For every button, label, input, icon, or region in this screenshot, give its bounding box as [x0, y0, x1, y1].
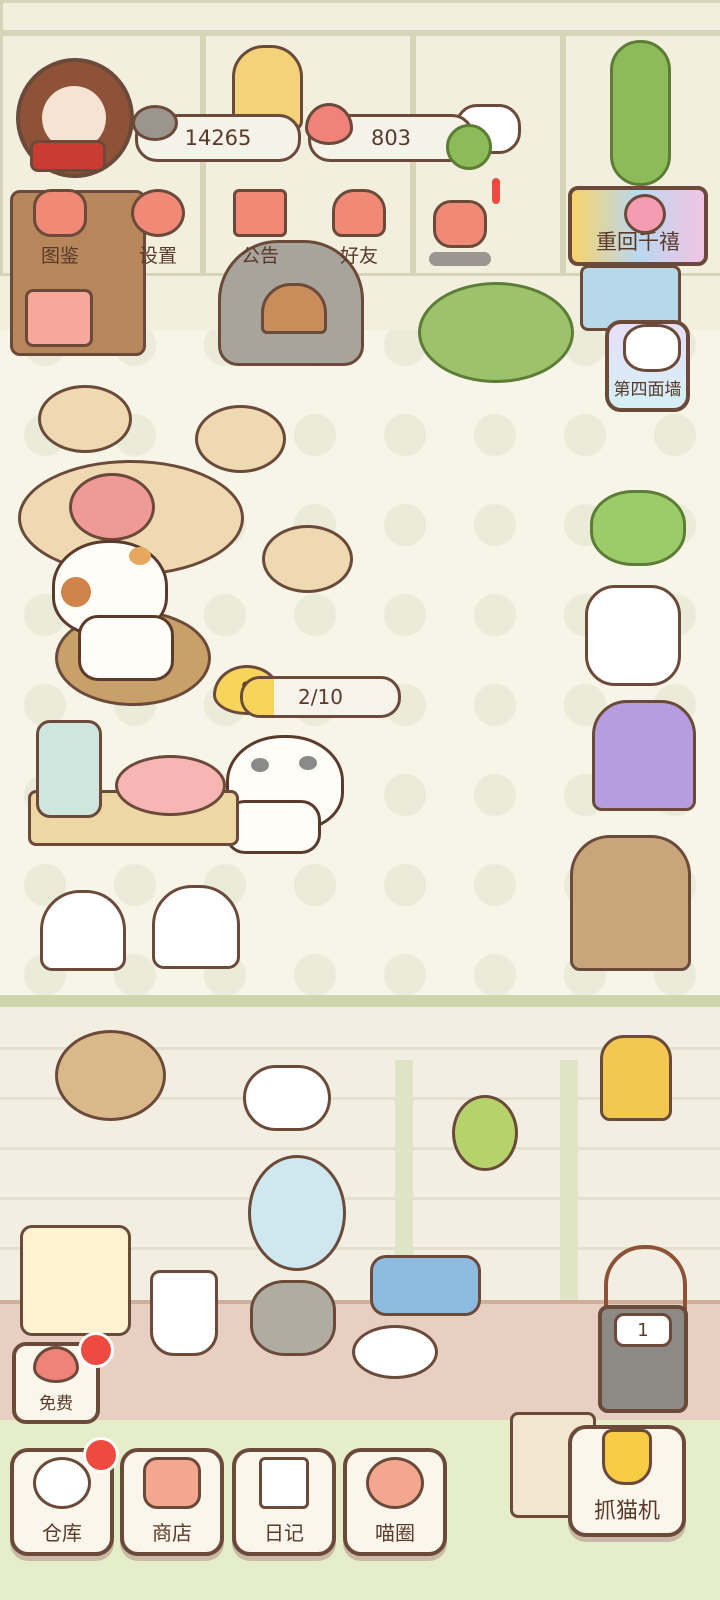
- rocking-chair[interactable]: [570, 835, 691, 971]
- diary-icon: [259, 1457, 309, 1509]
- avatar-bow: [30, 140, 106, 172]
- umbrella-stand[interactable]: [150, 1270, 218, 1356]
- leaf-rug[interactable]: [418, 282, 574, 383]
- flower-cake: [69, 473, 155, 541]
- nav-diary-label: 日记: [264, 1521, 304, 1545]
- hand-fan[interactable]: [352, 1325, 438, 1379]
- violet-flower-pot[interactable]: [592, 700, 696, 811]
- lantern-icon[interactable]: [600, 1035, 672, 1121]
- flower-badge-icon: [624, 194, 666, 234]
- nav-shop-label: 商店: [152, 1521, 192, 1545]
- rain-boots[interactable]: [370, 1255, 481, 1316]
- hanging-ornament[interactable]: [452, 1095, 518, 1171]
- claw-icon: [602, 1429, 652, 1485]
- fourth-wall-label: 第四面墙: [613, 380, 682, 400]
- clover-icon: [446, 124, 492, 170]
- menu-friends[interactable]: 好友: [313, 180, 405, 268]
- frog-jar[interactable]: [36, 720, 102, 818]
- fish-count: 14265: [184, 126, 252, 150]
- gear-icon: [131, 189, 185, 237]
- cat-head-icon: [33, 189, 87, 237]
- frog-clock-icon[interactable]: [590, 490, 686, 566]
- affection-progress-bar: 2/10: [240, 676, 401, 718]
- stump-seat[interactable]: [38, 385, 132, 453]
- panda-wall-hanging-icon[interactable]: [243, 1065, 331, 1131]
- heart-count: 803: [370, 126, 412, 150]
- stump-seat[interactable]: [195, 405, 286, 473]
- broken-heart-icon: [433, 200, 487, 248]
- affection-progress-text: 2/10: [298, 685, 343, 709]
- claw-machine-body[interactable]: 1: [598, 1305, 688, 1413]
- cat-spot: [299, 756, 317, 770]
- claw-machine-label: 抓猫机: [593, 1499, 660, 1524]
- nav-storage-label: 仓库: [42, 1521, 82, 1545]
- menu-collection[interactable]: 图鉴: [14, 180, 106, 268]
- room-divider: [0, 995, 720, 1007]
- menu-broken-heart[interactable]: [414, 180, 506, 268]
- stump-seat[interactable]: [262, 525, 353, 593]
- menu-settings[interactable]: 设置: [112, 180, 204, 268]
- sweets-plate[interactable]: [115, 755, 226, 816]
- heart-icon: [305, 103, 353, 145]
- menu-settings-label: 设置: [138, 245, 177, 267]
- claw-machine-button[interactable]: 抓猫机: [568, 1425, 686, 1537]
- nav-shop[interactable]: 商店: [120, 1448, 224, 1556]
- grey-spotted-cat-body: [225, 800, 321, 854]
- hanging-plant[interactable]: [610, 40, 671, 186]
- onigiri-steamer[interactable]: [40, 890, 126, 971]
- free-gift-label: 免费: [39, 1394, 73, 1414]
- potted-vine-vase[interactable]: [248, 1155, 346, 1271]
- hanging-plant-basket[interactable]: [55, 1030, 166, 1121]
- firewood: [261, 283, 327, 334]
- cat-patch: [129, 547, 151, 565]
- wall-post: [560, 1060, 578, 1300]
- fish-icon: [132, 105, 178, 141]
- menu-announcement[interactable]: 公告: [214, 180, 306, 268]
- menu-placeholder-label: [429, 252, 491, 266]
- cat-icon: [623, 324, 681, 372]
- gift-icon: [233, 189, 287, 237]
- onigiri-bowl[interactable]: [152, 885, 240, 969]
- menu-friends-label: 好友: [339, 245, 378, 267]
- friends-icon: [332, 189, 386, 237]
- cat-patch: [61, 577, 91, 607]
- claw-count: 1: [614, 1313, 672, 1347]
- calico-cat-body: [78, 615, 174, 681]
- tulip-pot[interactable]: [250, 1280, 336, 1356]
- nav-storage-badge: [83, 1437, 119, 1473]
- cat-planet-icon: [366, 1457, 424, 1509]
- sunflower-easel[interactable]: [20, 1225, 131, 1336]
- elephant-water-dispenser[interactable]: [585, 585, 681, 686]
- storage-icon: [33, 1457, 91, 1509]
- event-banner-button[interactable]: 重回千禧: [568, 186, 708, 266]
- shop-icon: [143, 1457, 201, 1509]
- menu-collection-label: 图鉴: [40, 245, 79, 267]
- nav-diary[interactable]: 日记: [232, 1448, 336, 1556]
- fourth-wall-button[interactable]: 第四面墙: [605, 320, 690, 412]
- heart-icon: [33, 1346, 79, 1383]
- cat-spot: [251, 758, 269, 772]
- free-gift-badge: [78, 1332, 114, 1368]
- menu-announcement-label: 公告: [240, 245, 279, 267]
- calendar-icon: [25, 289, 93, 347]
- nav-cat-circle[interactable]: 喵圈: [343, 1448, 447, 1556]
- nav-cat-circle-label: 喵圈: [375, 1521, 415, 1545]
